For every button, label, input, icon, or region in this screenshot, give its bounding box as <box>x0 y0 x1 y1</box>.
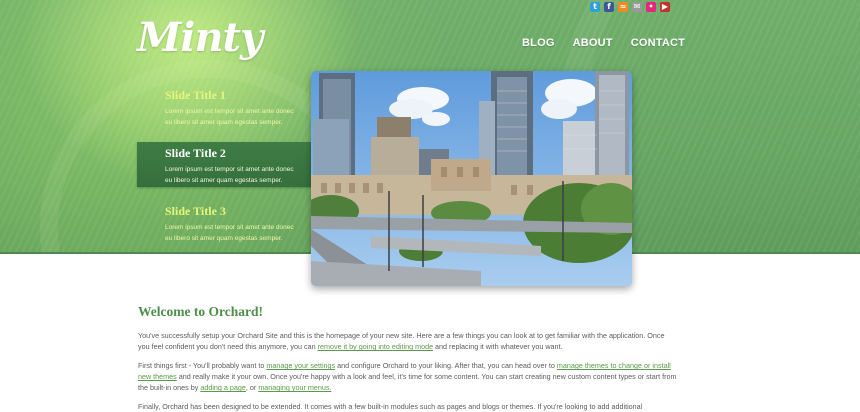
slide-title: Slide Title 1 <box>165 88 226 102</box>
social-icons: t f ≈ ✉ • ▶ <box>590 2 670 12</box>
slide-title: Slide Title 3 <box>165 204 226 218</box>
city-photo <box>311 71 632 286</box>
extend-paragraph: Finally, Orchard has been designed to be… <box>138 401 678 412</box>
nav-blog[interactable]: BLOG <box>522 37 555 49</box>
slide-item-2[interactable]: Slide Title 2 Lorem ipsum est tempor sit… <box>165 146 315 186</box>
nav-contact[interactable]: CONTACT <box>631 37 685 49</box>
editing-mode-link[interactable]: remove it by going into editing mode <box>318 342 433 351</box>
youtube-icon[interactable]: ▶ <box>660 2 670 12</box>
site-logo[interactable]: Minty <box>137 14 263 61</box>
main-nav: BLOG ABOUT CONTACT <box>522 37 685 49</box>
facebook-icon[interactable]: f <box>604 2 614 12</box>
slide-description: Lorem ipsum est tempor sit amet ante don… <box>165 106 315 128</box>
slide-image[interactable] <box>311 71 632 286</box>
manage-settings-link[interactable]: manage your settings <box>266 361 335 370</box>
main-content: Welcome to Orchard! You've successfully … <box>138 304 678 412</box>
slide-description-line: eu libero sit amer quam egestas semper. <box>165 119 283 126</box>
paragraph-text: and replacing it with whatever you want. <box>433 342 563 351</box>
slide-item-1[interactable]: Slide Title 1 Lorem ipsum est tempor sit… <box>165 88 315 128</box>
slide-description-line: Lorem ipsum est tempor sit amet ante don… <box>165 166 294 173</box>
rss-icon[interactable]: ≈ <box>618 2 628 12</box>
paragraph-text: First things first - You'll probably wan… <box>138 361 267 370</box>
managing-menus-link[interactable]: managing your menus. <box>258 383 331 392</box>
intro-paragraph: You've successfully setup your Orchard S… <box>138 330 678 352</box>
page-title: Welcome to Orchard! <box>138 304 263 319</box>
nav-about[interactable]: ABOUT <box>573 37 613 49</box>
paragraph-text: and configure Orchard to your liking. Af… <box>335 361 557 370</box>
paragraph-text: , or <box>245 383 259 392</box>
paragraph-text: Finally, Orchard has been designed to be… <box>138 402 643 411</box>
slide-description-line: eu libero sit amer quam egestas semper. <box>165 235 283 242</box>
twitter-icon[interactable]: t <box>590 2 600 12</box>
first-steps-paragraph: First things first - You'll probably wan… <box>138 360 678 393</box>
slide-item-3[interactable]: Slide Title 3 Lorem ipsum est tempor sit… <box>165 204 315 244</box>
slide-title: Slide Title 2 <box>165 146 226 160</box>
adding-page-link[interactable]: adding a page <box>200 383 246 392</box>
slide-description-line: eu libero sit amer quam egestas semper. <box>165 177 283 184</box>
email-icon[interactable]: ✉ <box>632 2 642 12</box>
slide-description-line: Lorem ipsum est tempor sit amet ante don… <box>165 108 294 115</box>
slide-description-line: Lorem ipsum est tempor sit amet ante don… <box>165 224 294 231</box>
flickr-icon[interactable]: • <box>646 2 656 12</box>
slide-description: Lorem ipsum est tempor sit amet ante don… <box>165 164 315 186</box>
slide-description: Lorem ipsum est tempor sit amet ante don… <box>165 222 315 244</box>
